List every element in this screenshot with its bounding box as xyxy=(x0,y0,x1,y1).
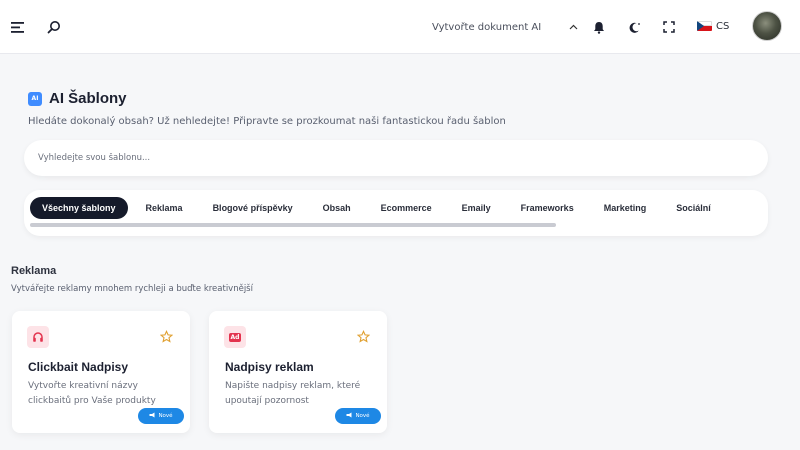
page-subtitle: Hledáte dokonalý obsah? Už nehledejte! P… xyxy=(28,116,506,127)
template-card-clickbait[interactable]: Clickbait Nadpisy Vytvořte kreativní náz… xyxy=(12,311,190,433)
tab-ecommerce[interactable]: Ecommerce xyxy=(369,197,444,219)
tab-content[interactable]: Obsah xyxy=(311,197,363,219)
ad-icon-text: Ad xyxy=(228,332,242,342)
star-icon[interactable] xyxy=(159,328,174,347)
new-badge-button[interactable]: Nové xyxy=(335,408,381,424)
tab-advertising[interactable]: Reklama xyxy=(134,197,195,219)
headphones-icon xyxy=(27,326,49,348)
category-tabs: Všechny šablony Reklama Blogové příspěvk… xyxy=(24,190,768,236)
tab-marketing[interactable]: Marketing xyxy=(592,197,659,219)
ad-icon: Ad xyxy=(224,326,246,348)
tab-social[interactable]: Sociální xyxy=(664,197,723,219)
language-switcher[interactable]: CS xyxy=(697,16,729,36)
menu-icon[interactable] xyxy=(4,14,30,40)
megaphone-icon xyxy=(346,412,352,420)
top-bar: Vytvořte dokument AI CS xyxy=(0,0,800,54)
section-title: Reklama xyxy=(11,265,57,277)
card-description: Napište nadpisy reklam, které upoutají p… xyxy=(225,381,361,406)
create-document-dropdown[interactable]: Vytvořte dokument AI xyxy=(432,16,578,38)
section-subtitle: Vytvářejte reklamy mnohem rychleji a buď… xyxy=(11,284,253,294)
new-badge-label: Nové xyxy=(355,413,370,419)
flag-cz-icon xyxy=(697,21,712,31)
ai-icon: AI xyxy=(28,91,42,106)
create-document-label: Vytvořte dokument AI xyxy=(432,21,542,33)
moon-icon[interactable] xyxy=(621,14,647,40)
chevron-up-icon xyxy=(569,22,578,33)
page-header: AI AI Šablony xyxy=(28,90,127,107)
bell-icon[interactable] xyxy=(586,14,612,40)
star-icon[interactable] xyxy=(356,328,371,347)
tab-blog-posts[interactable]: Blogové příspěvky xyxy=(201,197,305,219)
page-title: AI Šablony xyxy=(49,90,127,107)
card-title: Nadpisy reklam xyxy=(225,360,314,374)
template-card-ad-headlines[interactable]: Ad Nadpisy reklam Napište nadpisy reklam… xyxy=(209,311,387,433)
tab-frameworks[interactable]: Frameworks xyxy=(509,197,586,219)
avatar[interactable] xyxy=(752,11,782,41)
tab-emails[interactable]: Emaily xyxy=(450,197,503,219)
new-badge-button[interactable]: Nové xyxy=(138,408,184,424)
card-title: Clickbait Nadpisy xyxy=(28,360,129,374)
fullscreen-icon[interactable] xyxy=(656,14,682,40)
megaphone-icon xyxy=(149,412,155,420)
tab-all-templates[interactable]: Všechny šablony xyxy=(30,197,128,219)
new-badge-label: Nové xyxy=(158,413,173,419)
template-search-bar xyxy=(24,140,768,176)
search-icon[interactable] xyxy=(41,14,67,40)
template-search-input[interactable] xyxy=(38,153,768,163)
card-description: Vytvořte kreativní názvy clickbaitů pro … xyxy=(28,381,156,406)
language-label: CS xyxy=(716,20,730,32)
tabs-scrollbar[interactable] xyxy=(30,223,556,227)
